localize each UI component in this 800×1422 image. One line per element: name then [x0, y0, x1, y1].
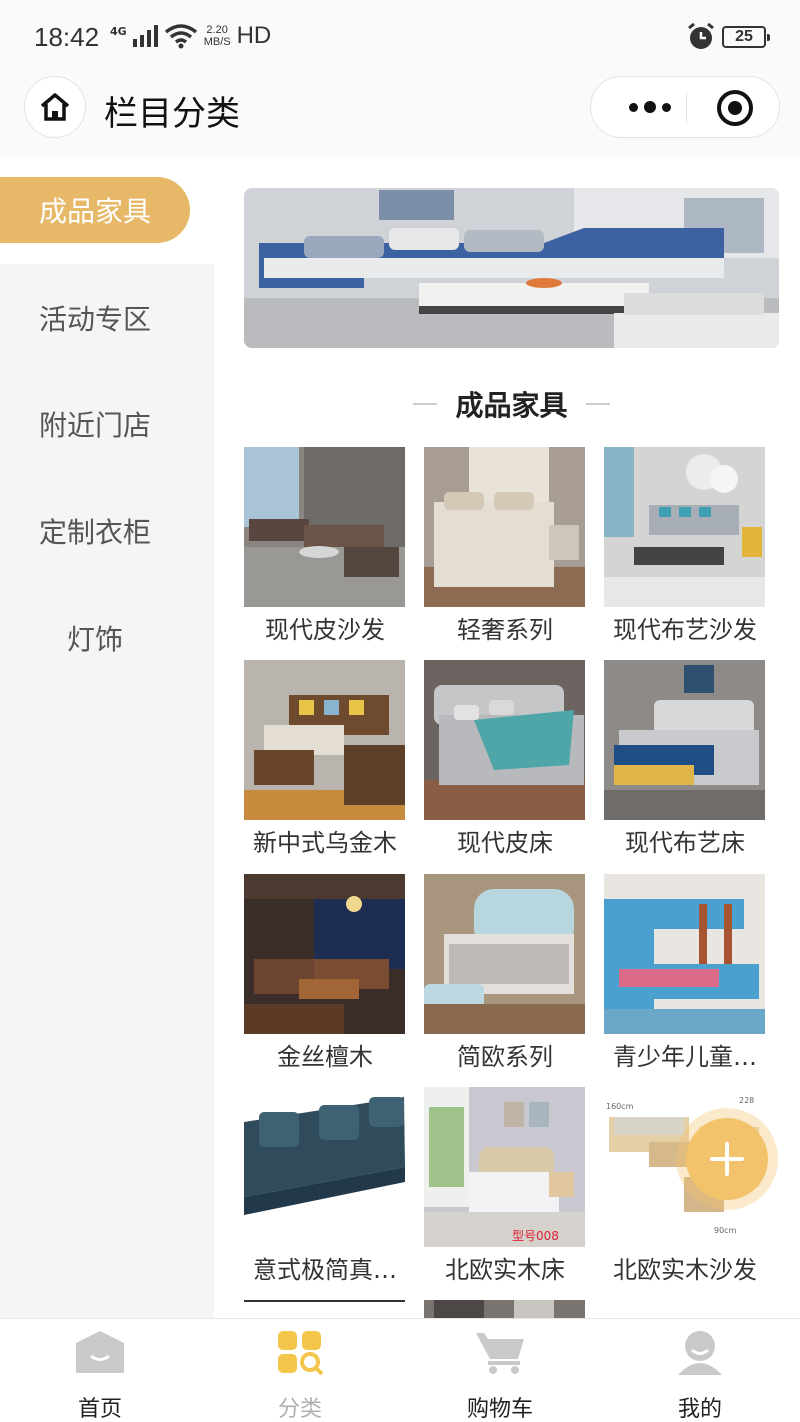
product-name: 现代皮沙发 — [265, 616, 385, 644]
product-image-model-label: 型号008 — [512, 1229, 559, 1243]
product-name: 北欧实木沙发 — [613, 1256, 757, 1284]
product-image[interactable] — [244, 660, 405, 820]
title-dash-right — [585, 403, 610, 405]
product-card-partial[interactable] — [244, 1300, 405, 1318]
tab-label: 我的 — [677, 1397, 722, 1422]
product-image[interactable] — [424, 660, 585, 820]
cart-icon — [476, 1333, 524, 1374]
product-image[interactable] — [244, 874, 405, 1034]
product-card[interactable]: 意式极简真… — [244, 1087, 405, 1293]
banner-sofa-illustration — [244, 188, 779, 348]
product-card-partial[interactable] — [424, 1300, 585, 1318]
product-name: 新中式乌金木 — [253, 829, 397, 857]
product-image[interactable] — [244, 447, 405, 607]
tab-cart[interactable]: 购物车 — [400, 1319, 600, 1422]
sidebar-item-finished-furniture[interactable]: 成品家具 — [0, 177, 190, 243]
product-image[interactable] — [244, 1087, 405, 1247]
floating-add-button[interactable] — [686, 1118, 768, 1200]
product-name: 意式极简真… — [253, 1256, 397, 1284]
product-image[interactable] — [424, 1300, 585, 1318]
tab-category[interactable]: 分类 — [200, 1319, 400, 1422]
title-dash-left — [413, 403, 438, 405]
product-image[interactable] — [424, 874, 585, 1034]
product-name: 现代布艺床 — [625, 829, 745, 857]
product-card[interactable]: 现代布艺床 — [604, 660, 765, 866]
product-card[interactable]: 现代布艺沙发 — [604, 447, 765, 653]
product-card[interactable]: 现代皮沙发 — [244, 447, 405, 653]
speed-unit: MB/S — [203, 36, 231, 48]
product-name: 青少年儿童… — [613, 1043, 757, 1071]
sidebar-item-custom-wardrobe[interactable]: 定制衣柜 — [0, 498, 190, 564]
sidebar-item-lighting[interactable]: 灯饰 — [0, 605, 190, 671]
product-card[interactable]: 金丝檀木 — [244, 874, 405, 1080]
more-dots-icon — [629, 102, 638, 112]
category-sidebar: 成品家具 活动专区 附近门店 定制衣柜 灯饰 — [0, 156, 214, 1320]
sidebar-item-promotions[interactable]: 活动专区 — [0, 285, 190, 351]
wifi-icon — [164, 24, 197, 49]
section-title: 成品家具 — [244, 384, 779, 424]
product-name: 北欧实木床 — [445, 1256, 565, 1284]
tab-label: 分类 — [277, 1397, 322, 1422]
tab-home[interactable]: 首页 — [0, 1319, 200, 1422]
nav-header: 栏目分类 — [0, 76, 800, 156]
product-image[interactable] — [424, 447, 585, 607]
signal-icon — [132, 25, 158, 47]
product-image[interactable] — [604, 447, 765, 607]
status-bar: 18:42 4G 2.20 MB/S HD 25 — [0, 0, 800, 76]
banner-image[interactable] — [244, 188, 779, 348]
more-button[interactable] — [615, 77, 685, 137]
product-name: 简欧系列 — [457, 1043, 553, 1071]
bottom-tabbar: 首页 分类 购物车 我的 — [0, 1318, 800, 1422]
product-name: 金丝檀木 — [277, 1043, 373, 1071]
alarm-icon — [688, 22, 714, 49]
network-indicators: 4G 2.20 MB/S HD — [110, 22, 271, 50]
product-image-dimension-width: 160cm — [606, 1102, 634, 1111]
product-name: 现代皮床 — [457, 829, 553, 857]
product-card[interactable]: 轻奢系列 — [424, 447, 585, 653]
battery-icon: 25 — [722, 26, 770, 48]
home-icon — [76, 1331, 124, 1373]
network-speed: 2.20 MB/S — [204, 24, 231, 48]
product-image[interactable] — [244, 1300, 405, 1318]
category-icon — [278, 1331, 324, 1375]
product-card[interactable]: 简欧系列 — [424, 874, 585, 1080]
tab-label: 购物车 — [466, 1397, 533, 1422]
speed-value: 2.20 — [206, 24, 228, 36]
hd-label: HD — [236, 22, 272, 49]
product-card[interactable]: 型号008 北欧实木床 — [424, 1087, 585, 1293]
product-card[interactable]: 新中式乌金木 — [244, 660, 405, 866]
section-title-text: 成品家具 — [455, 389, 568, 422]
profile-icon — [678, 1331, 722, 1375]
product-name: 轻奢系列 — [457, 616, 553, 644]
close-target-icon[interactable] — [717, 90, 753, 126]
tab-label: 首页 — [77, 1397, 122, 1422]
product-card[interactable]: 青少年儿童… — [604, 874, 765, 1080]
home-button[interactable] — [24, 76, 86, 138]
tab-profile[interactable]: 我的 — [600, 1319, 800, 1422]
mini-program-capsule — [590, 76, 780, 138]
page-title: 栏目分类 — [104, 94, 240, 134]
product-image-dimension-length: 228 — [739, 1096, 754, 1105]
product-image[interactable] — [604, 874, 765, 1034]
product-image-dimension-depth: 90cm — [714, 1226, 737, 1235]
product-image[interactable]: 型号008 — [424, 1087, 585, 1247]
battery-level: 25 — [735, 28, 753, 45]
product-card[interactable]: 现代皮床 — [424, 660, 585, 866]
product-name: 现代布艺沙发 — [613, 616, 757, 644]
capsule-divider — [686, 93, 687, 123]
sidebar-item-nearby-stores[interactable]: 附近门店 — [0, 391, 190, 457]
product-image[interactable] — [604, 660, 765, 820]
network-type: 4G — [110, 24, 127, 38]
status-time: 18:42 — [34, 22, 100, 52]
home-icon — [40, 93, 70, 121]
